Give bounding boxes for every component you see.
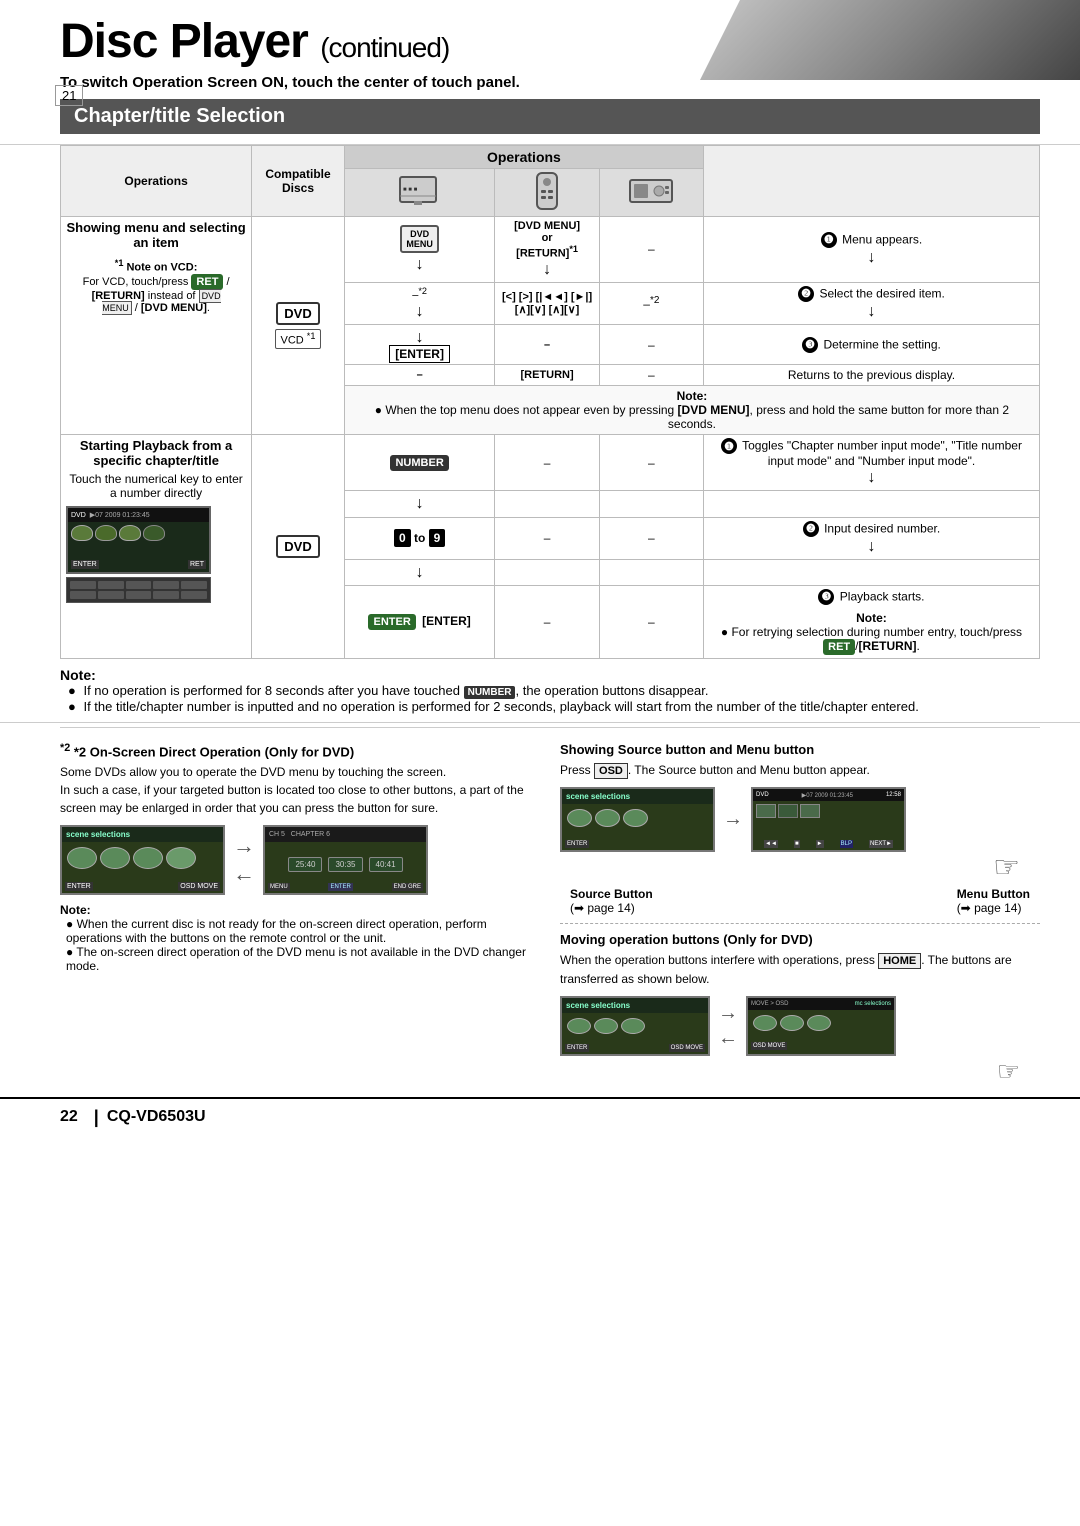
- source-before-screen: scene selections ENTER: [560, 787, 715, 852]
- bottom-note-item-1: If no operation is performed for 8 secon…: [68, 683, 1040, 699]
- row1-desc-3: ❸ Determine the setting.: [703, 325, 1039, 365]
- after-screen: CH 5 CHAPTER 6 25:40 30:35 40:41 MENU EN…: [263, 825, 428, 895]
- row1-desc-2: ❷ Select the desired item. ↓: [703, 282, 1039, 324]
- row2-desc-note: ❸ Playback starts. Note: ● For retrying …: [703, 585, 1039, 658]
- moving-after-screen: MOVE > OSD mc selections OSD MOVE: [746, 996, 896, 1056]
- moving-section-body: When the operation buttons interfere wit…: [560, 951, 1040, 988]
- header-area: 21 Disc Player (continued) To switch Ope…: [0, 0, 1080, 145]
- row1-remote-enter: –: [495, 325, 599, 365]
- bottom-note-item-2: If the title/chapter number is inputted …: [68, 699, 1040, 714]
- col-header-desc: [703, 146, 1039, 217]
- row1-unit-enter: –: [599, 325, 703, 365]
- col-header-remote: [495, 169, 599, 217]
- vcd-disc: VCD *1: [275, 329, 322, 349]
- source-menu-labels: Source Button (➡ page 14) Menu Button (➡…: [560, 887, 1040, 915]
- vcd-note-title: *1 Note on VCD:: [66, 258, 246, 274]
- section-header: Chapter/title Selection: [60, 99, 1040, 134]
- dvd-disc: DVD: [276, 302, 319, 325]
- row2-operations: Starting Playback from a specific chapte…: [61, 435, 252, 659]
- moving-before-screen: scene selections ENTER OSD MOVE: [560, 996, 710, 1056]
- touch-finger-icon-2: ☞: [560, 1056, 1020, 1087]
- svg-text:■ ■ ■: ■ ■ ■: [403, 187, 418, 193]
- row1-unit-nav: –*2: [599, 282, 703, 324]
- row1-touch-enter: ↓ [ENTER]: [344, 325, 495, 365]
- row2-touch-number: NUMBER: [344, 435, 495, 491]
- on-screen-note-1: ● When the current disc is not ready for…: [66, 917, 540, 945]
- row1-title: Showing menu and selecting an item: [66, 220, 246, 250]
- row1-remote-nav: [<] [>] [|◄◄] [►|][∧][∨] [∧][∨]: [495, 282, 599, 324]
- ret-badge: RET: [191, 274, 223, 290]
- row2-dvd-disc: DVD: [276, 535, 319, 558]
- bottom-right: Showing Source button and Menu button Pr…: [560, 742, 1040, 1087]
- row1-touch-dvdmenu: DVDMENU ↓: [344, 217, 495, 283]
- menu-button-label-group: Menu Button (➡ page 14): [957, 887, 1030, 915]
- touch-finger-icon: ☞: [560, 850, 1020, 885]
- source-button-label-group: Source Button (➡ page 14): [570, 887, 653, 915]
- source-screenshots: scene selections ENTER → DVD ▶0: [560, 787, 1040, 852]
- row1-touch-nav: –*2 ↓: [344, 282, 495, 324]
- row1-unit-return: –: [599, 365, 703, 386]
- row2-unit-number: –: [599, 435, 703, 491]
- page-container: English 21 Disc Player (continued) To sw…: [0, 0, 1080, 1136]
- row2-desc-1: ❶ Toggles "Chapter number input mode", "…: [703, 435, 1039, 491]
- row2-remote-number: –: [495, 435, 599, 491]
- row2-unit-digits: –: [599, 517, 703, 559]
- row2-unit-enter: –: [599, 585, 703, 658]
- row2-compat: DVD: [252, 435, 345, 659]
- col-header-unit: [599, 169, 703, 217]
- source-after-screen: DVD ▶07 2009 01:23:45 12:58 ◄◄ ■ ► BLP: [751, 787, 906, 852]
- row1-unit-dash: –: [599, 217, 703, 283]
- row1-remote-dvdmenu: [DVD MENU] or [RETURN]*1 ↓: [495, 217, 599, 283]
- row1-compat: DVD VCD *1: [252, 217, 345, 435]
- col-header-operations: Operations: [61, 146, 252, 217]
- main-table-container: Operations Compatible Discs Operations: [0, 145, 1080, 659]
- row2-subtitle: Touch the numerical key to enter a numbe…: [66, 472, 246, 500]
- row2-title: Starting Playback from a specific chapte…: [66, 438, 246, 468]
- row1-remote-return: [RETURN]: [495, 365, 599, 386]
- row2-touch-enter: ENTER [ENTER]: [344, 585, 495, 658]
- row1-desc-return: Returns to the previous display.: [703, 365, 1039, 386]
- row2-remote-digits: –: [495, 517, 599, 559]
- on-screen-note: Note: ● When the current disc is not rea…: [60, 903, 540, 973]
- row2-remote-enter: –: [495, 585, 599, 658]
- page-number-box: 21: [55, 85, 83, 106]
- bottom-note-title: Note:: [60, 667, 1040, 683]
- source-section-body: Press OSD. The Source button and Menu bu…: [560, 761, 1040, 780]
- dvd-menu-touch-btn: DVDMENU: [400, 225, 439, 253]
- on-screen-body: Some DVDs allow you to operate the DVD m…: [60, 763, 540, 817]
- operations-table: Operations Compatible Discs Operations: [60, 145, 1040, 659]
- row1-touch-return: –: [344, 365, 495, 386]
- row1-note: Note: ● When the top menu does not appea…: [344, 386, 1039, 435]
- row2-touch-enter-arrow: ↓: [344, 559, 495, 585]
- row1-desc-1: ❶ Menu appears. ↓: [703, 217, 1039, 283]
- col-header-compat: Compatible Discs: [252, 146, 345, 217]
- footer: 22 | CQ-VD6503U: [0, 1097, 1080, 1136]
- bottom-note-list: If no operation is performed for 8 secon…: [60, 683, 1040, 714]
- moving-section-title: Moving operation buttons (Only for DVD): [560, 932, 1040, 947]
- operations-group-header: Operations: [344, 146, 703, 169]
- source-section-title: Showing Source button and Menu button: [560, 742, 1040, 757]
- on-screen-note-2: ● The on-screen direct operation of the …: [66, 945, 540, 973]
- bottom-left: *2 *2 On-Screen Direct Operation (Only f…: [60, 742, 540, 1087]
- moving-screenshots: scene selections ENTER OSD MOVE → ←: [560, 996, 1040, 1056]
- row2-touch-digits: 0 to 9: [344, 517, 495, 559]
- before-screen: scene selections ENTER OSD MOVE: [60, 825, 225, 895]
- screen-mock-small: DVD ▶07 2009 01:23:45 ENTER: [66, 506, 211, 574]
- row2-touch-arrow: ↓: [344, 491, 495, 517]
- on-screen-title: *2 *2 On-Screen Direct Operation (Only f…: [60, 742, 540, 759]
- row2-desc-2: ❷ Input desired number. ↓: [703, 517, 1039, 559]
- header-image: [700, 0, 1080, 80]
- on-screen-screenshots: scene selections ENTER OSD MOVE →: [60, 825, 540, 895]
- row1-operations: Showing menu and selecting an item *1 No…: [61, 217, 252, 435]
- bottom-section: *2 *2 On-Screen Direct Operation (Only f…: [0, 732, 1080, 1097]
- vcd-note-body: For VCD, touch/press RET / [RETURN] inst…: [66, 274, 246, 314]
- col-header-touch: ■ ■ ■: [344, 169, 495, 217]
- footer-model: CQ-VD6503U: [107, 1108, 206, 1126]
- footer-page-number: 22: [60, 1108, 78, 1126]
- bottom-notes: Note: If no operation is performed for 8…: [0, 659, 1080, 723]
